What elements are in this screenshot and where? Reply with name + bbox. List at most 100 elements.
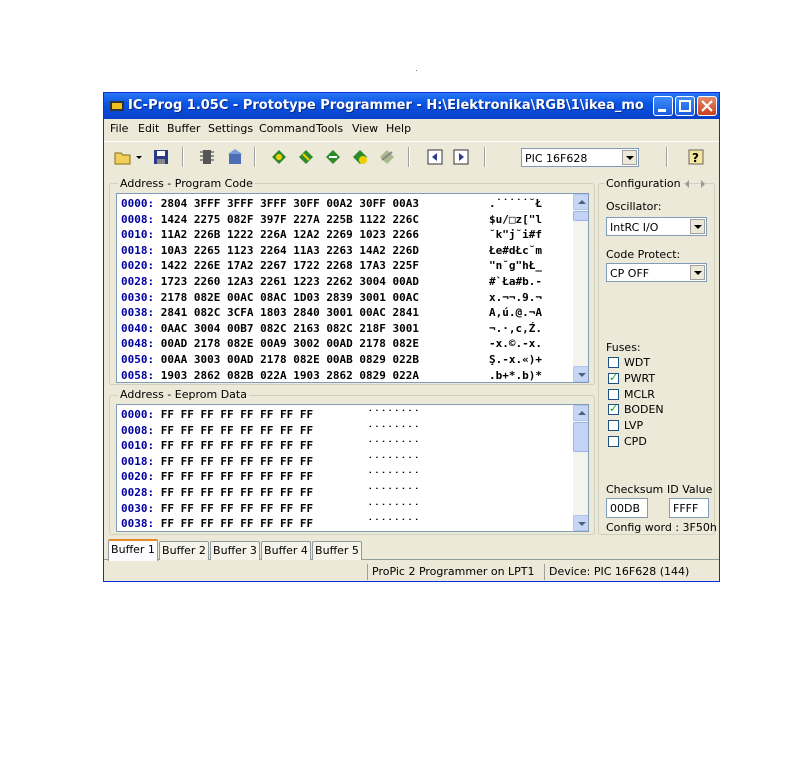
scroll-up-button[interactable]	[573, 194, 588, 210]
row-address: 0030:	[121, 501, 155, 515]
row-words[interactable]: 1723 2260 12A3 2261 1223 2262 3004 00AD	[161, 275, 419, 288]
fuse-checkbox-pwrt[interactable]	[608, 371, 619, 384]
menu-settings[interactable]: Settings	[208, 122, 253, 135]
chevron-down-icon[interactable]	[690, 219, 705, 234]
minimize-button[interactable]	[653, 96, 673, 116]
row-words[interactable]: FF FF FF FF FF FF FF FF	[161, 408, 313, 421]
tab-buffer-2[interactable]: Buffer 2	[159, 541, 209, 560]
config-word: Config word : 3F50h	[606, 521, 717, 534]
eeprom-view[interactable]: 0000: FF FF FF FF FF FF FF FF ˙˙˙˙˙˙˙˙ 000…	[116, 404, 589, 532]
row-words[interactable]: 00AA 3003 00AD 2178 082E 00AB 0829 022B	[161, 353, 419, 366]
hex-row: 0020: 1422 226E 17A2 2267 1722 2268 17A3…	[121, 259, 542, 274]
device-select[interactable]: PIC 16F628	[521, 148, 639, 167]
program-icon[interactable]	[297, 148, 315, 166]
row-ascii: x.¬¬.9.¬	[489, 290, 542, 304]
next-window-icon[interactable]	[452, 148, 470, 166]
scroll-up-button[interactable]	[573, 405, 588, 421]
menu-help[interactable]: Help	[386, 122, 411, 135]
device-select-value: PIC 16F628	[525, 152, 588, 165]
save-icon[interactable]	[152, 148, 170, 166]
menu-buffer[interactable]: Buffer	[167, 122, 200, 135]
close-button[interactable]	[697, 96, 717, 116]
scroll-thumb[interactable]	[573, 211, 588, 221]
row-ascii: A,ú.@.¬A	[489, 306, 542, 320]
eeprom-scrollbar[interactable]	[573, 405, 588, 531]
row-words[interactable]: 2178 082E 00AC 08AC 1D03 2839 3001 00AC	[161, 291, 419, 304]
menu-tools[interactable]: Tools	[316, 122, 343, 135]
toolbar-separator	[484, 147, 486, 167]
menu-command[interactable]: Command	[259, 122, 316, 135]
erase-icon[interactable]	[324, 148, 342, 166]
program-code-view[interactable]: 0000: 2804 3FFF 3FFF 3FFF 30FF 00A2 30FF…	[116, 193, 589, 383]
row-words[interactable]: 11A2 226B 1222 226A 12A2 2269 1023 2266	[161, 228, 419, 241]
tab-buffer-4[interactable]: Buffer 4	[261, 541, 311, 560]
code-protect-select[interactable]: CP OFF	[606, 263, 707, 282]
row-words[interactable]: 00AD 2178 082E 00A9 3002 00AD 2178 082E	[161, 337, 419, 350]
hex-row: 0040: 0AAC 3004 00B7 082C 2163 082C 218F…	[121, 322, 542, 337]
oscillator-select[interactable]: IntRC I/O	[606, 217, 707, 236]
chevron-down-icon[interactable]	[690, 265, 705, 280]
row-words[interactable]: 1422 226E 17A2 2267 1722 2268 17A3 225F	[161, 259, 419, 272]
row-words[interactable]: 1424 2275 082F 397F 227A 225B 1122 226C	[161, 213, 419, 226]
chip-icon[interactable]	[198, 148, 216, 166]
row-words[interactable]: 1903 2862 082B 022A 1903 2862 0829 022A	[161, 369, 419, 382]
svg-text:?: ?	[692, 151, 699, 165]
row-words[interactable]: 10A3 2265 1123 2264 11A3 2263 14A2 226D	[161, 244, 419, 257]
scroll-down-button[interactable]	[573, 515, 588, 531]
row-address: 0008:	[121, 423, 155, 437]
close-icon	[701, 100, 713, 112]
row-words[interactable]: 2804 3FFF 3FFF 3FFF 30FF 00A2 30FF 00A3	[161, 197, 419, 210]
row-words[interactable]: FF FF FF FF FF FF FF FF	[161, 502, 313, 515]
row-address: 0020:	[121, 259, 155, 273]
config-nav-arrows-icon[interactable]	[684, 179, 708, 189]
toolbar-separator	[254, 147, 256, 167]
row-address: 0010:	[121, 228, 155, 242]
window-title: IC-Prog 1.05C - Prototype Programmer - H…	[128, 98, 643, 113]
row-words[interactable]: FF FF FF FF FF FF FF FF	[161, 424, 313, 437]
fuse-checkbox-boden[interactable]	[608, 402, 619, 416]
menu-edit[interactable]: Edit	[138, 122, 159, 135]
row-ascii: "n˘g"hŁ_	[489, 259, 542, 273]
row-words[interactable]: FF FF FF FF FF FF FF FF	[161, 470, 313, 483]
row-address: 0058:	[121, 368, 155, 382]
help-icon[interactable]: ?	[687, 148, 705, 166]
row-words[interactable]: FF FF FF FF FF FF FF FF	[161, 517, 313, 530]
title-bar[interactable]: IC-Prog 1.05C - Prototype Programmer - H…	[104, 93, 719, 119]
menu-view[interactable]: View	[352, 122, 378, 135]
row-words[interactable]: FF FF FF FF FF FF FF FF	[161, 439, 313, 452]
blank-check-icon[interactable]	[378, 148, 396, 166]
hex-row: 0030: 2178 082E 00AC 08AC 1D03 2839 3001…	[121, 291, 542, 306]
prev-window-icon[interactable]	[426, 148, 444, 166]
fuse-checkbox-mclr[interactable]	[608, 388, 619, 400]
scroll-thumb[interactable]	[573, 422, 588, 452]
row-words[interactable]: 0AAC 3004 00B7 082C 2163 082C 218F 3001	[161, 322, 419, 335]
checksum-field[interactable]: 00DB	[606, 498, 648, 518]
row-words[interactable]: 2841 082C 3CFA 1803 2840 3001 00AC 2841	[161, 306, 419, 319]
hex-row: 0030: FF FF FF FF FF FF FF FF ˙˙˙˙˙˙˙˙	[121, 501, 420, 517]
fuse-checkbox-cpd[interactable]	[608, 436, 619, 447]
row-ascii: ˙˙˙˙˙˙˙˙	[367, 470, 420, 484]
scroll-down-button[interactable]	[573, 366, 588, 382]
id-value-field[interactable]: FFFF	[669, 498, 709, 518]
row-ascii: ˙˙˙˙˙˙˙˙	[367, 486, 420, 499]
chip-settings-icon[interactable]	[226, 148, 244, 166]
fuse-checkbox-lvp[interactable]	[608, 420, 619, 432]
hex-row: 0038: FF FF FF FF FF FF FF FF ˙˙˙˙˙˙˙˙	[121, 517, 420, 531]
verify-icon[interactable]	[351, 148, 369, 166]
program-code-scrollbar[interactable]	[573, 194, 588, 382]
read-icon[interactable]	[270, 148, 288, 166]
fuse-checkbox-wdt[interactable]	[608, 357, 619, 368]
open-folder-icon[interactable]	[114, 148, 132, 166]
open-dropdown-icon[interactable]	[134, 148, 144, 166]
app-icon	[110, 101, 124, 111]
tab-buffer-1[interactable]: Buffer 1	[108, 539, 158, 561]
row-words[interactable]: FF FF FF FF FF FF FF FF	[161, 486, 313, 499]
maximize-button[interactable]	[675, 96, 695, 116]
tab-buffer-3[interactable]: Buffer 3	[210, 541, 260, 560]
menu-file[interactable]: File	[110, 122, 128, 135]
oscillator-label: Oscillator:	[606, 200, 662, 213]
hex-row: 0028: FF FF FF FF FF FF FF FF ˙˙˙˙˙˙˙˙	[121, 486, 420, 501]
chevron-down-icon[interactable]	[622, 150, 637, 165]
row-words[interactable]: FF FF FF FF FF FF FF FF	[161, 455, 313, 468]
tab-buffer-5[interactable]: Buffer 5	[312, 541, 362, 560]
